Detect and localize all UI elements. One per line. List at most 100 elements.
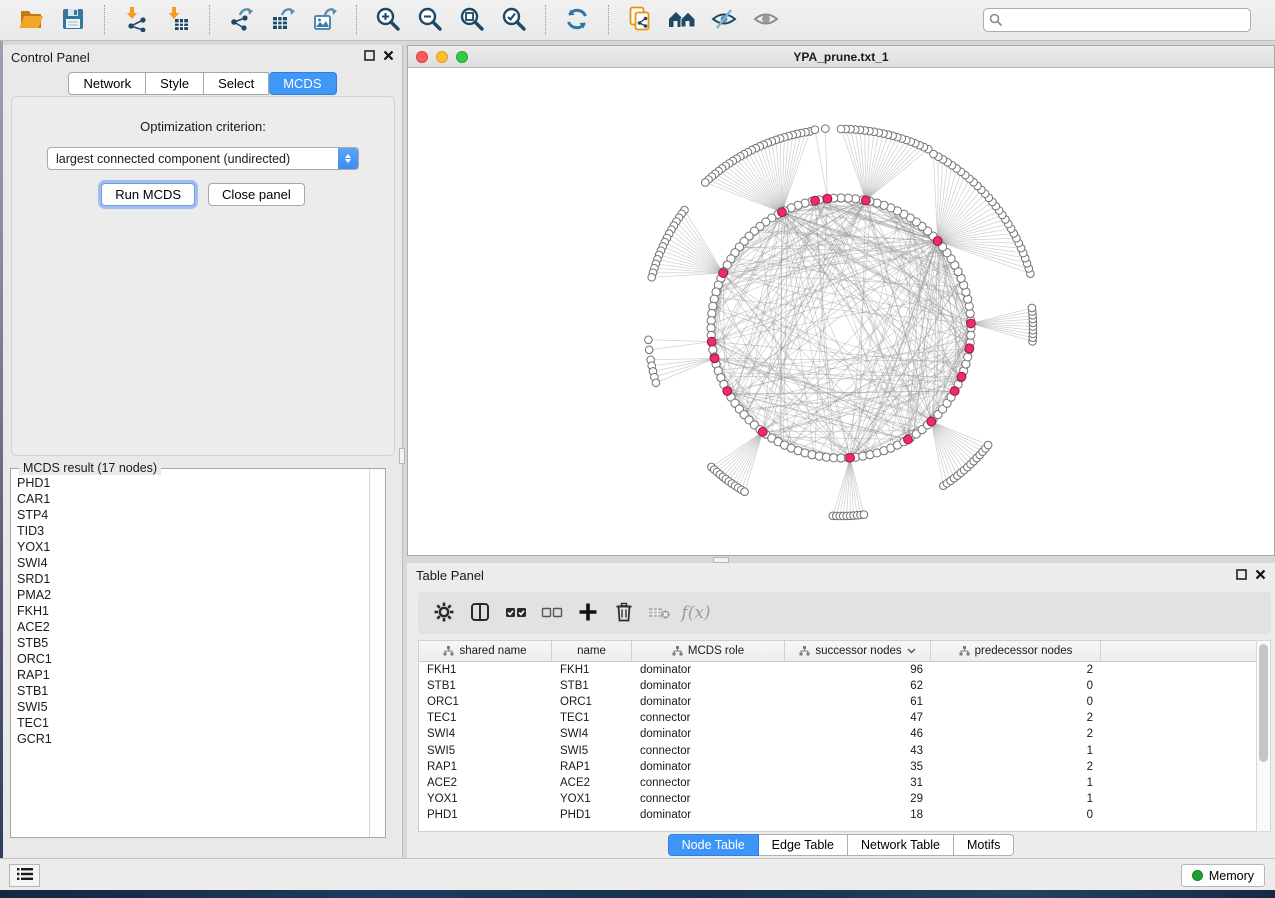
column-type-icon [672,646,683,656]
delete-column-button[interactable] [606,596,642,630]
export-network-button[interactable] [224,3,258,37]
result-node-item[interactable]: SWI5 [12,699,368,715]
create-column-button[interactable] [570,596,606,630]
network-canvas[interactable] [408,68,1274,555]
column-header-predecessor-nodes[interactable]: predecessor nodes [931,641,1101,661]
hide-graphics-details-button[interactable] [707,3,741,37]
unselect-all-columns-button[interactable] [534,596,570,630]
open-folder-icon [18,6,44,35]
table-cell: ACE2 [419,777,552,789]
result-node-item[interactable]: TID3 [12,523,368,539]
tab-style[interactable]: Style [146,72,204,95]
result-node-item[interactable]: YOX1 [12,539,368,555]
table-cell: SWI5 [552,745,632,757]
open-file-button[interactable] [14,3,48,37]
export-image-button[interactable] [308,3,342,37]
float-panel-icon[interactable] [364,48,375,66]
zoom-selected-button[interactable] [497,3,531,37]
table-row[interactable]: SWI5SWI5connector431 [419,742,1256,758]
close-panel-icon[interactable] [383,48,394,66]
result-node-item[interactable]: STB5 [12,635,368,651]
network-window-titlebar[interactable]: YPA_prune.txt_1 [408,46,1274,68]
table-row[interactable]: RAP1RAP1dominator352 [419,759,1256,775]
table-cell: 2 [931,712,1101,724]
table-scrollbar-thumb[interactable] [1259,644,1268,762]
result-node-item[interactable]: SWI4 [12,555,368,571]
result-node-item[interactable]: PHD1 [12,475,368,491]
show-all-networks-button[interactable] [665,3,699,37]
table-row[interactable]: SWI4SWI4dominator462 [419,726,1256,742]
table-row[interactable]: TEC1TEC1connector472 [419,710,1256,726]
columns-icon [469,601,491,626]
result-node-item[interactable]: ORC1 [12,651,368,667]
result-node-item[interactable]: ACE2 [12,619,368,635]
criterion-select[interactable]: largest connected component (undirected) [47,147,359,170]
tab-select[interactable]: Select [204,72,269,95]
panel-divider-grip[interactable] [399,448,405,464]
memory-status-button[interactable]: Memory [1181,864,1265,887]
table-row[interactable]: FKH1FKH1dominator962 [419,662,1256,678]
zoom-fit-icon [459,6,485,35]
tab-edge-table[interactable]: Edge Table [759,834,848,856]
trash-icon [613,601,635,626]
delete-table-button[interactable] [642,596,678,630]
mcds-result-title: MCDS result (17 nodes) [19,461,161,475]
result-node-item[interactable]: SRD1 [12,571,368,587]
task-history-button[interactable] [9,864,40,887]
column-header-MCDS-role[interactable]: MCDS role [632,641,785,661]
zoom-out-button[interactable] [413,3,447,37]
table-options-button[interactable] [426,596,462,630]
import-network-button[interactable] [119,3,153,37]
result-node-item[interactable]: CAR1 [12,491,368,507]
table-tabs: Node TableEdge TableNetwork TableMotifs [407,834,1275,856]
result-node-item[interactable]: TEC1 [12,715,368,731]
close-panel-icon[interactable] [1255,567,1266,585]
show-graphics-details-button[interactable] [749,3,783,37]
table-cell: dominator [632,664,785,676]
result-list-scrollbar[interactable] [369,469,385,837]
table-row[interactable]: YOX1YOX1connector291 [419,791,1256,807]
eye-icon [752,6,780,35]
result-node-item[interactable]: STP4 [12,507,368,523]
tab-mcds[interactable]: MCDS [269,72,336,95]
table-cell: dominator [632,696,785,708]
table-row[interactable]: STB1STB1dominator620 [419,678,1256,694]
result-node-item[interactable]: STB1 [12,683,368,699]
table-row[interactable]: PHD1PHD1dominator180 [419,807,1256,823]
result-node-item[interactable]: PMA2 [12,587,368,603]
zoom-in-button[interactable] [371,3,405,37]
table-cell: dominator [632,680,785,692]
float-panel-icon[interactable] [1236,567,1247,585]
close-panel-button[interactable]: Close panel [208,183,305,206]
import-table-button[interactable] [161,3,195,37]
result-node-item[interactable]: GCR1 [12,731,368,747]
column-header-successor-nodes[interactable]: successor nodes [785,641,931,661]
clone-network-button[interactable] [623,3,657,37]
show-columns-button[interactable] [462,596,498,630]
table-row[interactable]: ORC1ORC1dominator610 [419,694,1256,710]
select-all-columns-button[interactable] [498,596,534,630]
result-node-item[interactable]: FKH1 [12,603,368,619]
mcds-result-list[interactable]: PHD1CAR1STP4TID3YOX1SWI4SRD1PMA2FKH1ACE2… [12,475,368,836]
table-row[interactable]: ACE2ACE2connector311 [419,775,1256,791]
column-header-name[interactable]: name [552,641,632,661]
column-header-shared-name[interactable]: shared name [419,641,552,661]
save-session-button[interactable] [56,3,90,37]
zoom-fit-button[interactable] [455,3,489,37]
table-cell: 62 [785,680,931,692]
table-cell: SWI5 [419,745,552,757]
refresh-button[interactable] [560,3,594,37]
tab-node-table[interactable]: Node Table [668,834,759,856]
tab-network[interactable]: Network [68,72,146,95]
function-builder-button[interactable]: f(x) [678,596,714,630]
export-table-button[interactable] [266,3,300,37]
table-cell: TEC1 [419,712,552,724]
result-node-item[interactable]: RAP1 [12,667,368,683]
table-cell: STB1 [552,680,632,692]
zoom-out-icon [417,6,443,35]
search-input[interactable] [983,8,1251,32]
tab-motifs[interactable]: Motifs [954,834,1014,856]
table-scrollbar[interactable] [1256,640,1271,832]
tab-network-table[interactable]: Network Table [848,834,954,856]
run-mcds-button[interactable]: Run MCDS [101,183,195,206]
